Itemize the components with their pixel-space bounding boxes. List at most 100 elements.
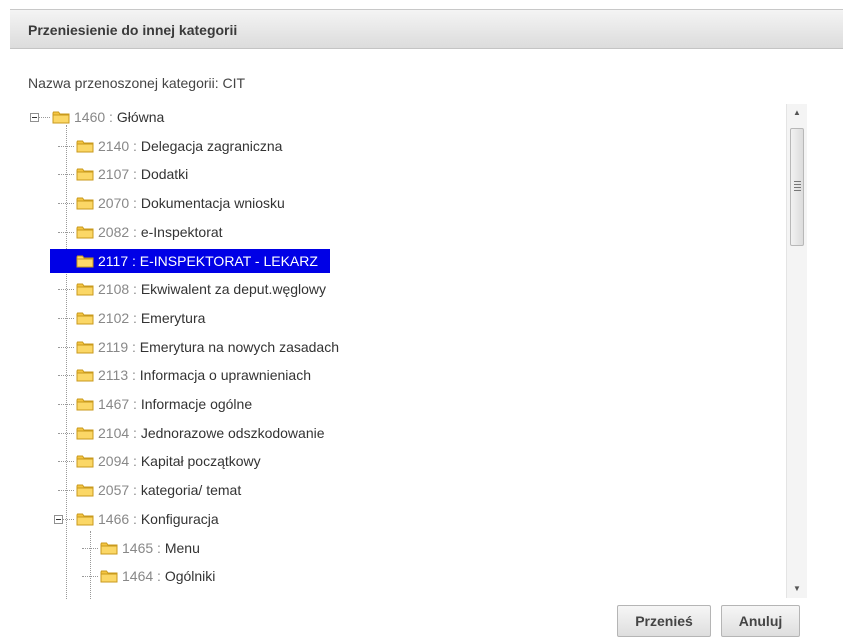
tree-connector-line (58, 231, 74, 233)
collapse-toggle-icon[interactable] (30, 113, 39, 122)
folder-icon (76, 368, 94, 382)
folder-icon (76, 340, 94, 354)
tree-item[interactable]: 2140 : Delegacja zagraniczna (98, 134, 282, 158)
category-name: Konfiguracja (140, 510, 219, 527)
id-separator: : (129, 281, 141, 298)
tree-item[interactable]: 2082 : e-Inspektorat (98, 220, 223, 244)
category-id: 1466 (98, 510, 130, 527)
tree-item[interactable]: 2094 : Kapitał początkowy (98, 449, 261, 473)
category-id: 1465 (122, 539, 154, 556)
category-tree: 1460 : Główna 2140 : Delegacja zagranicz… (28, 101, 808, 599)
scroll-up-arrow-icon[interactable]: ▲ (787, 104, 807, 122)
folder-icon (76, 139, 94, 153)
dialog-title: Przeniesienie do innej kategorii (28, 22, 238, 38)
category-name: Menu (164, 539, 200, 556)
tree-item[interactable]: 2104 : Jednorazowe odszkodowanie (98, 421, 325, 445)
id-separator: : (129, 453, 141, 470)
category-id: 2117 (98, 252, 129, 269)
id-separator: : (129, 424, 141, 441)
tree-item[interactable]: 1460 : Główna (74, 105, 164, 129)
folder-icon (76, 225, 94, 239)
category-id: 2104 (98, 424, 130, 441)
id-separator: : (129, 510, 141, 527)
folder-icon (76, 454, 94, 468)
move-button[interactable]: Przenieś (617, 605, 711, 637)
tree-item[interactable]: 2102 : Emerytura (98, 306, 205, 330)
folder-icon (76, 196, 94, 210)
category-id: 1464 (122, 568, 154, 585)
id-separator: : (105, 109, 117, 125)
tree-item[interactable]: 2113 : Informacja o uprawnieniach (98, 363, 311, 387)
id-separator: : (129, 396, 141, 412)
folder-icon (76, 167, 94, 181)
category-name: Ogólniki (164, 568, 216, 585)
id-separator: : (129, 223, 141, 240)
category-id: 1460 (74, 109, 106, 125)
id-separator: : (128, 367, 140, 384)
id-separator: : (128, 252, 140, 269)
tree-item[interactable]: 2070 : Dokumentacja wniosku (98, 191, 285, 215)
tree-item[interactable]: 2057 : kategoria/ temat (98, 478, 241, 502)
category-name: Kapitał początkowy (140, 453, 261, 470)
category-name: kategoria/ temat (140, 482, 242, 499)
category-name: Jednorazowe odszkodowanie (140, 424, 325, 441)
category-name: Emerytura (140, 309, 206, 326)
tree-connector-line (90, 530, 91, 599)
category-name: Informacje ogólne (140, 396, 253, 412)
category-id: 2140 (98, 137, 130, 154)
category-id: 2082 (98, 223, 130, 240)
cancel-button[interactable]: Anuluj (721, 605, 800, 637)
tree-connector-line (58, 145, 74, 147)
folder-icon (76, 282, 94, 296)
category-name: Delegacja zagraniczna (140, 137, 283, 154)
tree-connector-line (58, 346, 74, 348)
category-id: 1467 (98, 396, 130, 412)
category-name: Główna (116, 109, 165, 125)
category-name: Ekwiwalent za deput.węglowy (140, 281, 327, 298)
tree-item[interactable]: 2108 : Ekwiwalent za deput.węglowy (98, 277, 326, 301)
tree-connector-line (66, 125, 67, 599)
collapse-toggle-icon[interactable] (54, 514, 63, 524)
id-separator: : (129, 309, 141, 326)
category-id: 2094 (98, 453, 130, 470)
folder-icon (76, 254, 94, 268)
tree-scrollbar[interactable]: ▲ ▼ (786, 104, 807, 598)
tree-connector-line (58, 174, 74, 176)
category-id: 2113 (98, 367, 129, 384)
moved-category-label: Nazwa przenoszonej kategorii: CIT (28, 75, 246, 91)
tree-connector-line (58, 289, 74, 291)
folder-icon (76, 397, 94, 411)
tree-connector-line (58, 432, 74, 434)
scroll-down-arrow-icon[interactable]: ▼ (787, 580, 807, 598)
tree-connector-line (58, 404, 74, 405)
tree-item[interactable]: 2119 : Emerytura na nowych zasadach (98, 335, 339, 359)
tree-item[interactable]: 1464 : Ogólniki (122, 564, 215, 588)
tree-item[interactable]: 1466 : Konfiguracja (98, 507, 219, 531)
category-name: e-Inspektorat (140, 223, 223, 240)
category-id: 2108 (98, 281, 130, 298)
tree-item[interactable]: 1467 : Informacje ogólne (98, 392, 252, 416)
category-name: Dodatki (140, 166, 189, 183)
category-id: 2057 (98, 482, 130, 499)
scrollbar-thumb[interactable] (790, 128, 804, 246)
tree-connector-line (58, 375, 74, 377)
tree-item[interactable]: 2107 : Dodatki (98, 162, 188, 186)
id-separator: : (129, 195, 141, 212)
category-id: 2070 (98, 195, 130, 212)
category-id: 2119 (98, 338, 129, 355)
tree-item[interactable]: 1465 : Menu (122, 536, 200, 560)
folder-icon (76, 426, 94, 440)
scrollbar-grip-icon (794, 181, 801, 191)
category-id: 2107 (98, 166, 130, 183)
folder-icon (100, 569, 118, 583)
folder-icon (76, 512, 94, 526)
id-separator: : (128, 338, 140, 355)
category-name: Emerytura na nowych zasadach (139, 338, 339, 355)
dialog-header: Przeniesienie do innej kategorii (10, 9, 843, 49)
tree-connector-line (58, 461, 74, 463)
id-separator: : (129, 482, 141, 499)
folder-icon (76, 483, 94, 497)
id-separator: : (129, 166, 141, 183)
id-separator: : (153, 568, 165, 585)
folder-icon (100, 541, 118, 555)
